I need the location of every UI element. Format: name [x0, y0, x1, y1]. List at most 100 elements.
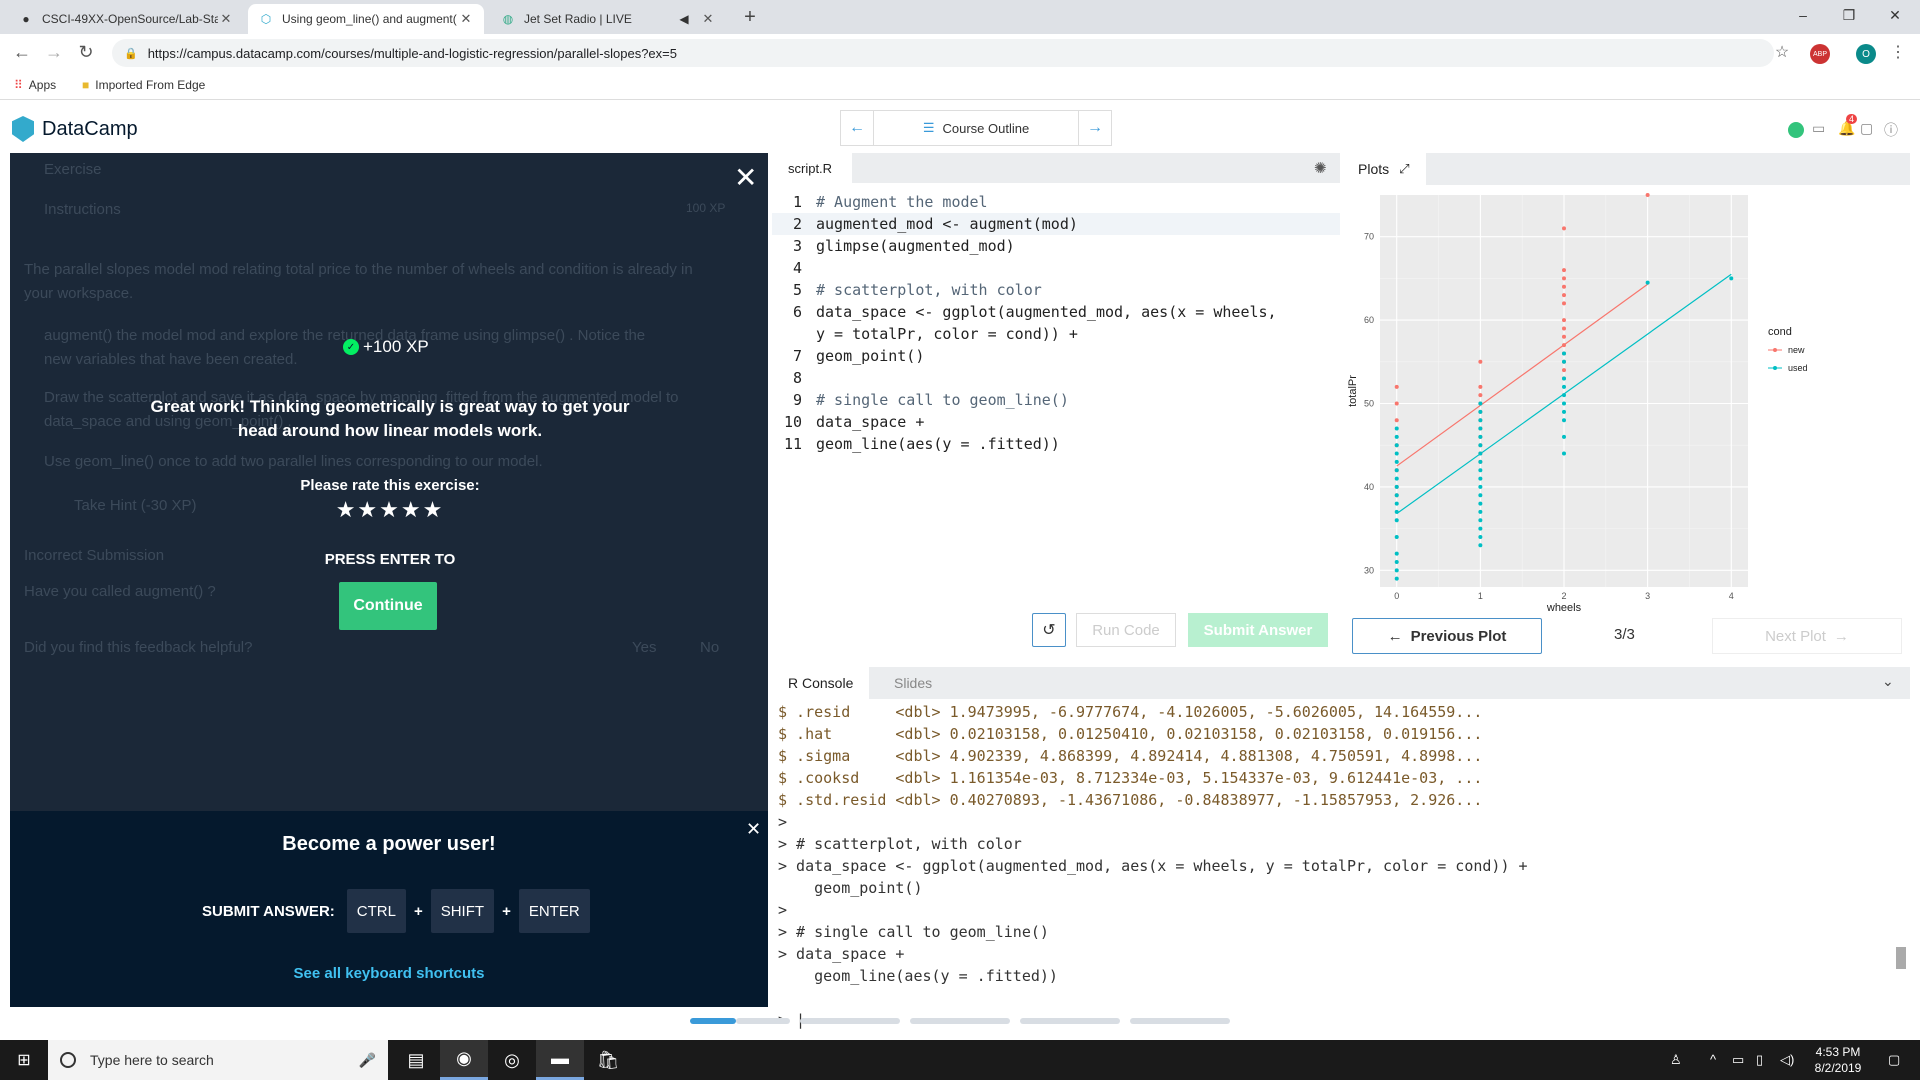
- next-exercise-button[interactable]: →: [1079, 119, 1111, 137]
- new-tab-button[interactable]: +: [738, 6, 762, 29]
- mute-icon[interactable]: ◀: [676, 11, 692, 27]
- close-tab-icon[interactable]: ✕: [700, 11, 716, 27]
- success-message: Great work! Thinking geometrically is gr…: [150, 397, 630, 440]
- console-line: $ .resid <dbl> 1.9473995, -6.9777674, -4…: [778, 703, 1483, 721]
- back-icon[interactable]: ←: [10, 42, 34, 63]
- address-bar[interactable]: 🔒 https://campus.datacamp.com/courses/mu…: [112, 39, 1774, 67]
- code-line[interactable]: 11 geom_line(aes(y = .fitted)): [772, 433, 1340, 455]
- keyboard-shortcuts-link[interactable]: See all keyboard shortcuts: [10, 965, 768, 982]
- reset-code-button[interactable]: ↺: [1032, 613, 1066, 647]
- people-icon[interactable]: ♙: [1670, 1052, 1682, 1068]
- maximize-button[interactable]: ❐: [1826, 0, 1872, 30]
- code-line[interactable]: 6 data_space <- ggplot(augmented_mod, aes…: [772, 301, 1340, 323]
- code-line[interactable]: 10 data_space +: [772, 411, 1340, 433]
- rating-stars[interactable]: ★★★★★: [150, 497, 630, 523]
- chevron-down-icon[interactable]: ⌄: [1882, 673, 1894, 690]
- scrollbar-thumb[interactable]: [1896, 947, 1906, 969]
- code-line[interactable]: 8: [772, 367, 1340, 389]
- store-icon[interactable]: 🛍: [584, 1040, 632, 1080]
- volume-icon[interactable]: ◁): [1780, 1052, 1794, 1068]
- close-tab-icon[interactable]: ✕: [218, 11, 234, 27]
- adblock-icon[interactable]: ABP: [1810, 44, 1830, 64]
- data-point-used: [1394, 443, 1399, 448]
- browser-tab-jetset[interactable]: ◍ Jet Set Radio | LIVE ◀ ✕: [490, 4, 726, 34]
- file-explorer-icon[interactable]: ▬: [536, 1040, 584, 1080]
- notifications-icon[interactable]: 🔔 4: [1838, 114, 1858, 137]
- code-line[interactable]: 5 # scatterplot, with color: [772, 279, 1340, 301]
- windows-start-icon[interactable]: ⊞: [0, 1040, 48, 1080]
- browser-tab-github[interactable]: ● CSCI-49XX-OpenSource/Lab-Stat ✕: [8, 4, 244, 34]
- data-point-used: [1394, 451, 1399, 456]
- video-icon[interactable]: ▭: [1812, 120, 1825, 137]
- close-tab-icon[interactable]: ✕: [458, 11, 474, 27]
- chrome-icon[interactable]: ◉: [440, 1040, 488, 1080]
- media-app-icon[interactable]: ◎: [488, 1040, 536, 1080]
- data-point-new: [1562, 318, 1566, 323]
- exercise-heading: Exercise: [44, 161, 102, 178]
- code-lines[interactable]: 1 # Augment the model 2 augmented_mod <- au…: [772, 191, 1340, 455]
- previous-exercise-button[interactable]: ←: [841, 119, 873, 137]
- exercise-panel: Exercise Instructions 100 XP The paralle…: [10, 153, 768, 1007]
- menu-kebab-icon[interactable]: ⋮: [1886, 42, 1910, 62]
- taskbar-search[interactable]: Type here to search 🎤: [48, 1040, 388, 1080]
- bookmark-apps[interactable]: ⠿ Apps: [14, 78, 56, 92]
- code-line[interactable]: 4: [772, 257, 1340, 279]
- slides-pdf-icon[interactable]: ▢: [1860, 120, 1873, 137]
- bookmark-imported-from-edge[interactable]: ■ Imported From Edge: [82, 78, 205, 92]
- close-modal-icon[interactable]: ✕: [734, 161, 757, 194]
- run-code-button[interactable]: Run Code: [1076, 613, 1176, 647]
- next-plot-button[interactable]: Next Plot →: [1712, 618, 1902, 654]
- tab-r-console[interactable]: R Console: [772, 667, 870, 699]
- code-line[interactable]: 2 augmented_mod <- augment(mod): [772, 213, 1340, 235]
- forward-icon[interactable]: →: [42, 42, 66, 63]
- microphone-icon[interactable]: 🎤: [359, 1052, 376, 1069]
- code-line[interactable]: y = totalPr, color = cond)) +: [772, 323, 1340, 345]
- expand-icon[interactable]: ⤢: [1399, 161, 1409, 177]
- legend-label: new: [1788, 345, 1805, 355]
- profile-avatar[interactable]: O: [1856, 44, 1876, 64]
- submit-answer-button[interactable]: Submit Answer: [1188, 613, 1328, 647]
- power-user-title: Become a power user!: [282, 833, 496, 855]
- close-window-button[interactable]: ✕: [1872, 0, 1918, 30]
- console-scrollbar[interactable]: [1894, 707, 1906, 997]
- datacamp-logo[interactable]: DataCamp: [12, 116, 138, 142]
- reload-icon[interactable]: ↻: [74, 42, 98, 63]
- course-outline-button[interactable]: ☰ Course Outline: [873, 111, 1079, 145]
- taskbar-clock[interactable]: 4:53 PM 8/2/2019: [1800, 1044, 1876, 1076]
- code-text: glimpse(augmented_mod): [816, 237, 1015, 255]
- y-tick-label: 60: [1364, 315, 1374, 325]
- action-center-icon[interactable]: ▢: [1888, 1052, 1900, 1068]
- data-point-new: [1562, 368, 1566, 373]
- tab-plots[interactable]: Plots ⤢: [1344, 153, 1426, 185]
- data-point-used: [1478, 526, 1483, 531]
- settings-icon[interactable]: ✺: [1314, 159, 1327, 177]
- bookmark-star-icon[interactable]: ☆: [1770, 42, 1794, 62]
- browser-tab-datacamp[interactable]: ⬡ Using geom_line() and augment( ✕: [248, 4, 484, 34]
- tray-chevron-icon[interactable]: ^: [1710, 1052, 1716, 1067]
- code-line[interactable]: 9 # single call to geom_line(): [772, 389, 1340, 411]
- editor-actions: ↺ Run Code Submit Answer: [772, 613, 1340, 653]
- code-line[interactable]: 3 glimpse(augmented_mod): [772, 235, 1340, 257]
- data-point-new: [1562, 293, 1566, 298]
- plot-legend: cond new used: [1768, 326, 1808, 373]
- continue-button[interactable]: Continue: [339, 582, 437, 630]
- console-output[interactable]: $ .resid <dbl> 1.9473995, -6.9777674, -4…: [778, 701, 1888, 1031]
- arrow-left-icon: ←: [1387, 627, 1403, 645]
- data-point-used: [1394, 493, 1399, 498]
- minimize-button[interactable]: –: [1780, 0, 1826, 30]
- battery-icon[interactable]: ▯: [1756, 1052, 1763, 1068]
- line-number: [772, 323, 816, 345]
- console-line: $ .hat <dbl> 0.02103158, 0.01250410, 0.0…: [778, 725, 1483, 743]
- press-enter-hint: PRESS ENTER TO: [324, 551, 456, 568]
- console-line: geom_point(): [778, 879, 923, 897]
- tab-slides[interactable]: Slides: [878, 667, 948, 699]
- previous-plot-button[interactable]: ← Previous Plot: [1352, 618, 1542, 654]
- task-view-icon[interactable]: ▤: [392, 1040, 440, 1080]
- tab-script-r[interactable]: script.R: [772, 153, 852, 183]
- code-line[interactable]: 1 # Augment the model: [772, 191, 1340, 213]
- progress-segment: [1020, 1018, 1120, 1024]
- network-icon[interactable]: ▭: [1732, 1052, 1744, 1068]
- info-icon[interactable]: ⓘ: [1884, 120, 1898, 140]
- code-line[interactable]: 7 geom_point(): [772, 345, 1340, 367]
- data-point-new: [1562, 326, 1566, 331]
